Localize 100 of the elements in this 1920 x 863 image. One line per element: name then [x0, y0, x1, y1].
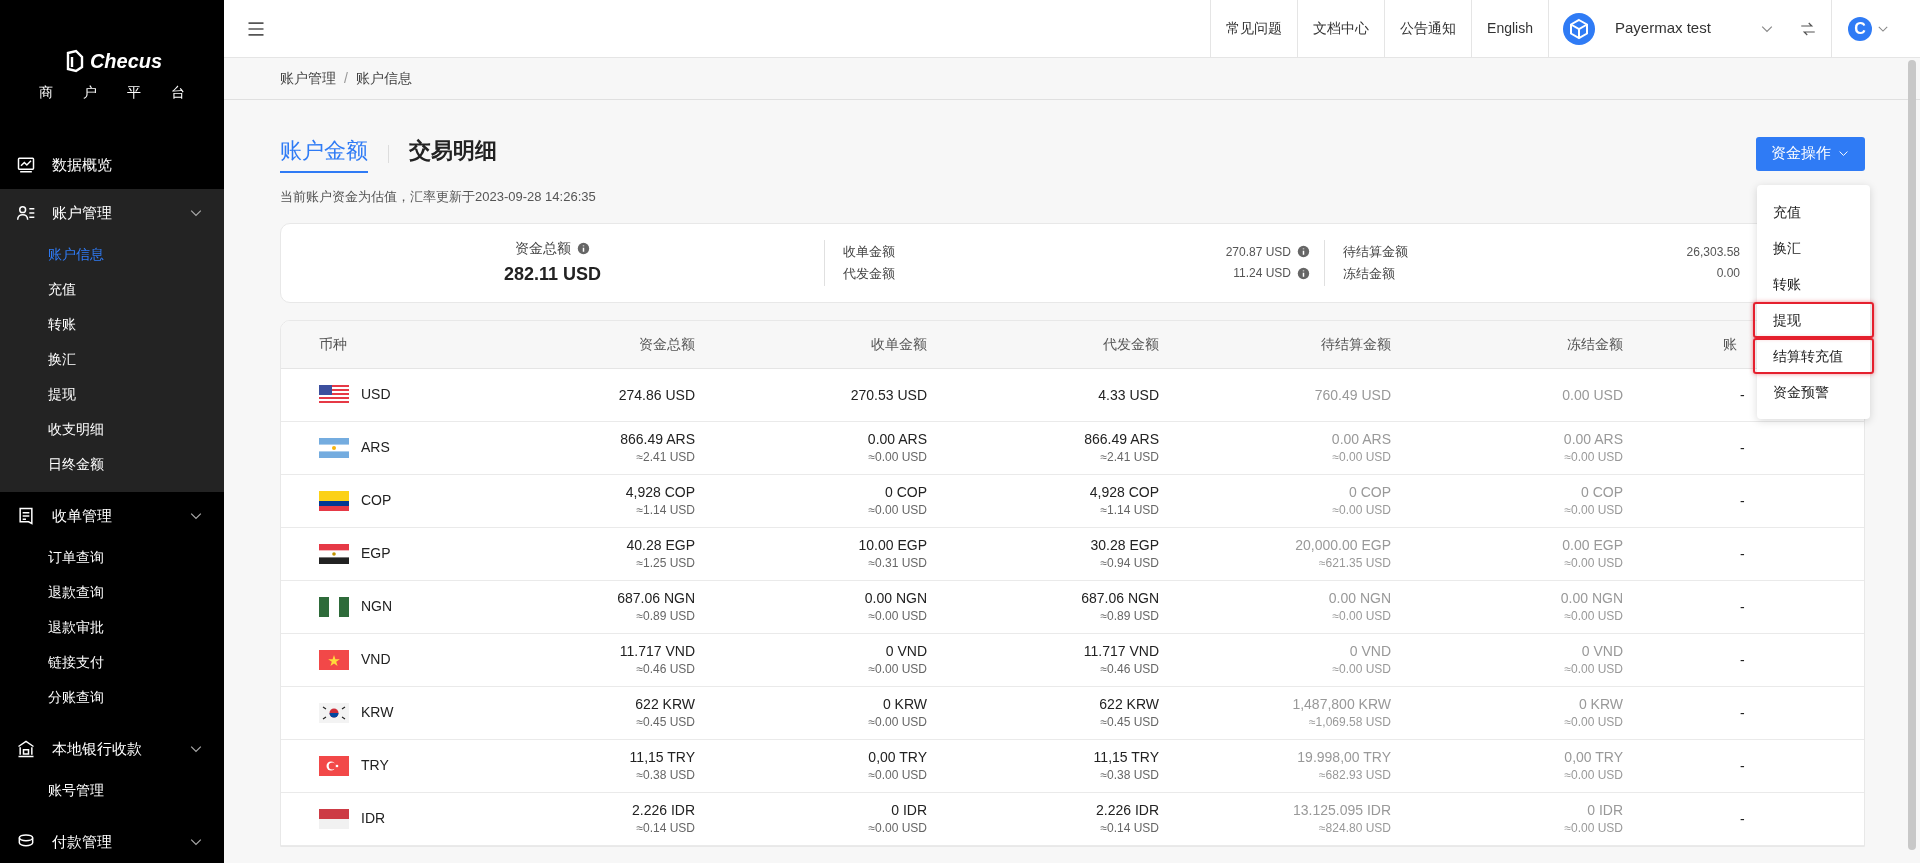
amount: 30.28 EGP [1090, 535, 1159, 554]
monitor-chart-icon [16, 155, 36, 175]
sidebar-item[interactable]: 日终金额 [0, 447, 224, 482]
colombia-flag-icon [319, 490, 349, 511]
fund-actions-button[interactable]: 资金操作 [1756, 136, 1865, 171]
currency-code: EGP [361, 544, 391, 563]
sidebar-item[interactable]: 退款查询 [0, 575, 224, 610]
usd-equivalent: ≈2.41 USD [636, 448, 695, 466]
usd-equivalent: ≈824.80 USD [1319, 819, 1391, 837]
column-header: 收单金额 [871, 335, 927, 352]
usd-equivalent: ≈0.00 USD [1332, 448, 1391, 466]
usd-equivalent: ≈0.00 USD [1564, 819, 1623, 837]
us-flag-icon [319, 384, 349, 405]
table-cell: - [1740, 651, 1745, 668]
summary-label: 收单金额 [843, 243, 896, 261]
amount: 622 KRW [635, 694, 695, 713]
amount: 0,00 TRY [1564, 747, 1623, 766]
amount: 270.53 USD [850, 385, 927, 404]
currency-code: USD [361, 385, 391, 404]
amount: 11.717 VND [619, 641, 695, 660]
menu-item[interactable]: 充值 [1757, 194, 1870, 230]
amount: 0 VND [1581, 641, 1623, 660]
usd-equivalent: ≈0.94 USD [1100, 554, 1159, 572]
top-link[interactable]: 常见问题 [1210, 0, 1298, 58]
amount: 0.00 ARS [867, 429, 927, 448]
top-link[interactable]: 文档中心 [1297, 0, 1385, 58]
nigeria-flag-icon [319, 596, 349, 617]
amount: 11,15 TRY [1093, 747, 1159, 766]
usd-equivalent: ≈0.46 USD [636, 660, 695, 678]
usd-equivalent: ≈0.46 USD [1100, 660, 1159, 678]
usd-equivalent: ≈0.00 USD [868, 819, 927, 837]
tab[interactable]: 账户金额 [280, 134, 368, 173]
amount: 0 VND [1349, 641, 1391, 660]
usd-equivalent: ≈682.93 USD [1319, 766, 1391, 784]
sidebar-group[interactable]: 付款管理 [0, 818, 224, 863]
amount: 4.33 USD [1098, 385, 1159, 404]
usd-equivalent: ≈0.38 USD [636, 766, 695, 784]
menu-item[interactable]: 转账 [1757, 266, 1870, 302]
menu-item[interactable]: 换汇 [1757, 230, 1870, 266]
usd-equivalent: ≈0.14 USD [1100, 819, 1159, 837]
usd-equivalent: ≈1,069.58 USD [1309, 713, 1391, 731]
user-list-icon [16, 203, 36, 223]
usd-equivalent: ≈2.41 USD [1100, 448, 1159, 466]
summary-value: 26,303.58 [1686, 243, 1740, 261]
sidebar-item[interactable]: 充值 [0, 272, 224, 307]
sidebar-group-label: 本地银行收款 [52, 738, 143, 759]
currency-code: TRY [361, 756, 389, 775]
amount: 0 VND [885, 641, 927, 660]
tab[interactable]: 交易明细 [409, 134, 497, 173]
document-icon [16, 506, 36, 526]
sidebar-item[interactable]: 退款审批 [0, 610, 224, 645]
menu-item[interactable]: 结算转充值 [1753, 338, 1874, 374]
sidebar-item[interactable]: 收支明细 [0, 412, 224, 447]
cube-avatar-icon [1563, 12, 1595, 45]
logo-subtitle-char: 台 [171, 83, 185, 102]
usd-equivalent: ≈0.00 USD [1564, 607, 1623, 625]
currency-code: IDR [361, 809, 386, 828]
sidebar-item[interactable]: 换汇 [0, 342, 224, 377]
table-cell: - [1740, 386, 1745, 403]
column-header: 待结算金额 [1321, 335, 1391, 352]
usd-equivalent: ≈0.00 USD [1564, 448, 1623, 466]
sidebar-item[interactable]: 链接支付 [0, 645, 224, 680]
sidebar-item[interactable]: 转账 [0, 307, 224, 342]
amount: 13.125.095 IDR [1292, 800, 1391, 819]
amount: 0 COP [1581, 482, 1623, 501]
amount: 0.00 ARS [1331, 429, 1391, 448]
column-header: 代发金额 [1103, 335, 1159, 352]
breadcrumb-item[interactable]: 账户管理 [280, 68, 336, 89]
amount: 0.00 ARS [1563, 429, 1623, 448]
table-cell: - [1740, 439, 1745, 456]
amount: 2.226 IDR [1095, 800, 1159, 819]
sidebar-group[interactable]: 本地银行收款 [0, 725, 224, 773]
sidebar-group[interactable]: 收单管理 [0, 492, 224, 540]
sidebar-item[interactable]: 提现 [0, 377, 224, 412]
amount: 760.49 USD [1314, 385, 1391, 404]
sidebar-group[interactable]: 账户管理 [0, 189, 224, 237]
amount: 866.49 ARS [1084, 429, 1159, 448]
amount: 1,487,800 KRW [1292, 694, 1391, 713]
merchant-switcher[interactable]: Payermax test [1548, 0, 1785, 58]
sidebar-item[interactable]: 账号管理 [0, 773, 224, 808]
scrollbar[interactable] [1908, 60, 1916, 850]
menu-item[interactable]: 资金预警 [1757, 374, 1870, 410]
menu-item[interactable]: 提现 [1753, 302, 1874, 338]
currency-code: NGN [361, 597, 393, 616]
amount: 0 COP [885, 482, 927, 501]
column-header: 资金总额 [639, 335, 695, 352]
top-link[interactable]: 公告通知 [1384, 0, 1472, 58]
sidebar-item[interactable]: 订单查询 [0, 540, 224, 575]
sidebar-item[interactable]: 分账查询 [0, 680, 224, 715]
bank-icon [16, 739, 36, 759]
top-link[interactable]: English [1471, 0, 1548, 58]
sidebar-item[interactable]: 账户信息 [0, 237, 224, 272]
sidebar-group[interactable]: 数据概览 [0, 141, 224, 189]
summary-value: 0.00 [1716, 265, 1740, 283]
user-avatar[interactable]: C [1848, 16, 1872, 41]
summary-value: 270.87 USD [1225, 243, 1291, 261]
usd-equivalent: ≈0.00 USD [868, 713, 927, 731]
usd-equivalent: ≈0.00 USD [1332, 501, 1391, 519]
summary-total: 282.11 USD [503, 262, 602, 286]
amount: 0.00 NGN [864, 588, 927, 607]
